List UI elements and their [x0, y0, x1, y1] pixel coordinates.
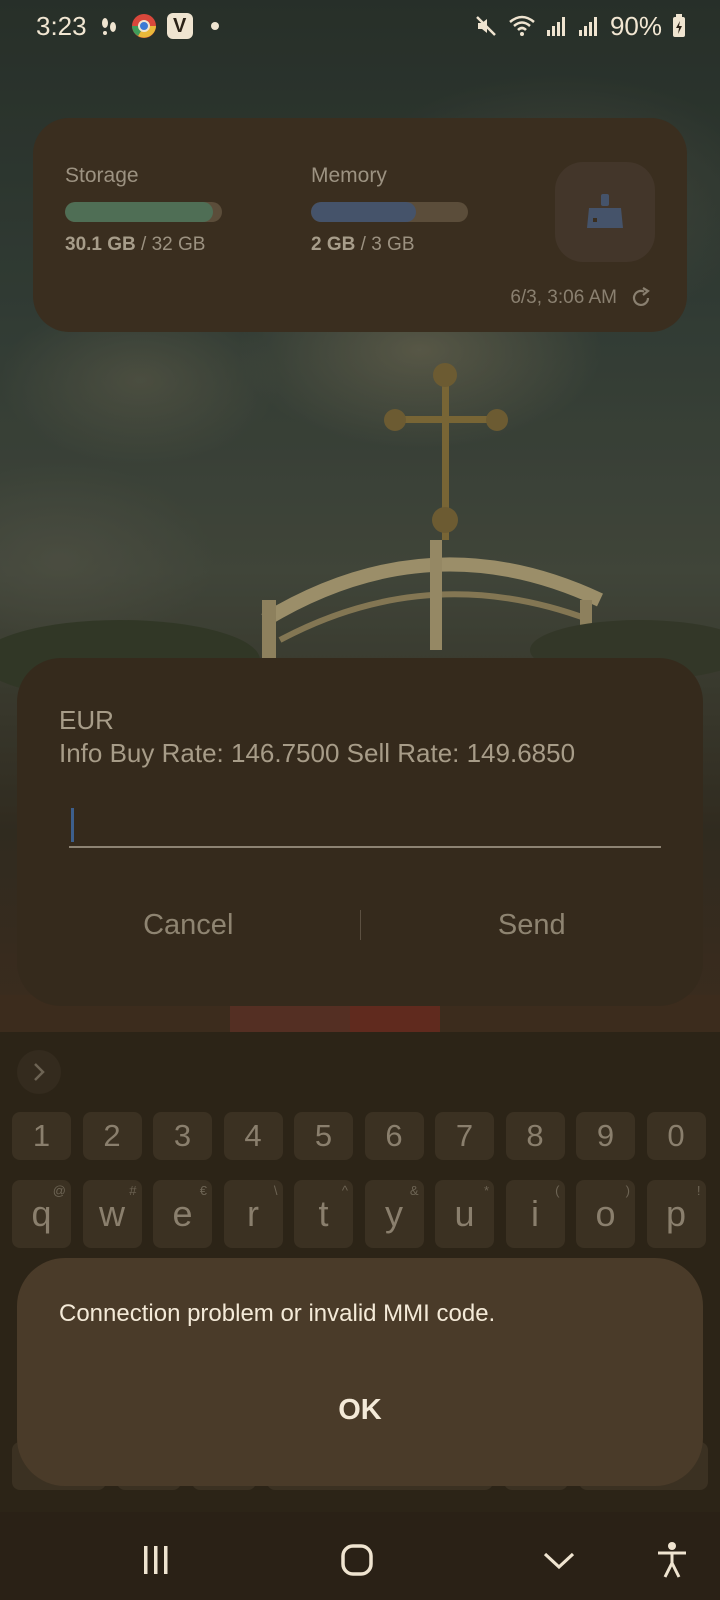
key-3[interactable]: 3 — [153, 1112, 212, 1160]
key-i-label: i — [531, 1193, 539, 1234]
storage-value: 30.1 GB / 32 GB — [65, 234, 222, 256]
key-o[interactable]: ) o — [576, 1180, 635, 1248]
device-care-widget[interactable]: Storage 30.1 GB / 32 GB Memory 2 GB / 3 … — [33, 118, 687, 332]
home-icon — [341, 1544, 373, 1576]
key-o-label: o — [595, 1193, 616, 1234]
notification-dot — [210, 22, 219, 30]
key-r-label: r — [247, 1193, 259, 1234]
memory-section: Memory 2 GB / 3 GB — [311, 164, 468, 256]
key-w[interactable]: # w — [82, 1180, 142, 1248]
key-q[interactable]: @ q — [12, 1180, 71, 1248]
memory-used: 2 GB — [311, 234, 356, 255]
navigation-bar — [0, 1520, 720, 1600]
chevron-right-icon — [34, 1063, 45, 1081]
ussd-currency: EUR — [59, 705, 114, 735]
storage-title: Storage — [65, 164, 139, 187]
memory-title: Memory — [311, 164, 387, 187]
key-u[interactable]: * u — [435, 1180, 494, 1248]
key-e-secondary: € — [199, 1183, 207, 1198]
key-w-label: w — [99, 1193, 125, 1234]
app-v-icon: V — [166, 13, 193, 39]
key-6[interactable]: 6 — [364, 1112, 424, 1160]
chevron-down-icon — [543, 1552, 575, 1570]
key-q-label: q — [31, 1193, 52, 1234]
battery-percent: 90% — [609, 10, 662, 41]
steps-icon — [97, 14, 121, 38]
key-4[interactable]: 4 — [223, 1112, 283, 1160]
storage-section: Storage 30.1 GB / 32 GB — [65, 164, 222, 256]
memory-bar — [311, 202, 468, 222]
cancel-button[interactable]: Cancel — [17, 909, 360, 942]
key-8[interactable]: 8 — [505, 1112, 565, 1160]
key-e-label: e — [172, 1193, 193, 1234]
key-w-secondary: # — [129, 1183, 137, 1198]
alert-dialog: Connection problem or invalid MMI code. … — [17, 1258, 703, 1486]
key-u-secondary: * — [483, 1183, 489, 1198]
key-9[interactable]: 9 — [576, 1112, 635, 1160]
clean-button[interactable] — [555, 162, 655, 262]
number-row: 1234567890 — [12, 1112, 706, 1160]
key-r[interactable]: \ r — [223, 1180, 283, 1248]
home-button[interactable] — [327, 1538, 387, 1582]
status-bar: 3:23 V 90% — [0, 0, 720, 52]
refresh-icon[interactable] — [629, 286, 653, 310]
key-t-secondary: ^ — [341, 1183, 348, 1198]
key-p-label: p — [665, 1193, 687, 1234]
storage-bar — [65, 202, 222, 222]
mute-icon — [474, 14, 498, 38]
key-y[interactable]: & y — [364, 1180, 424, 1248]
ussd-dialog-buttons: Cancel Send — [17, 890, 703, 960]
signal-icon-2 — [578, 14, 600, 38]
accessibility-button[interactable] — [642, 1538, 702, 1582]
ussd-reply-input[interactable] — [69, 806, 661, 848]
signal-icon — [546, 14, 568, 38]
letter-row: @ q # w € e \ r ^ t & y * u(i) o! p — [12, 1180, 706, 1248]
key-t[interactable]: ^ t — [294, 1180, 353, 1248]
key-o-secondary: ) — [625, 1183, 630, 1198]
key-2[interactable]: 2 — [82, 1112, 142, 1160]
battery-charging-icon — [672, 14, 686, 38]
hide-keyboard-button[interactable] — [529, 1538, 589, 1582]
broom-icon — [587, 194, 623, 228]
key-0[interactable]: 0 — [646, 1112, 706, 1160]
ussd-message: EUR Info Buy Rate: 146.7500 Sell Rate: 1… — [59, 704, 575, 770]
wifi-icon — [508, 14, 536, 38]
key-r-secondary: \ — [273, 1183, 278, 1198]
storage-total: / 32 GB — [135, 234, 206, 255]
key-p-secondary: ! — [696, 1183, 701, 1198]
key-u-label: u — [454, 1193, 475, 1234]
key-7[interactable]: 7 — [435, 1112, 494, 1160]
key-p[interactable]: ! p — [646, 1180, 706, 1248]
storage-used: 30.1 GB — [65, 234, 136, 255]
key-y-secondary: & — [409, 1183, 419, 1198]
memory-value: 2 GB / 3 GB — [311, 234, 468, 256]
storage-bar-fill — [65, 202, 213, 222]
text-caret — [71, 808, 74, 842]
key-1[interactable]: 1 — [12, 1112, 71, 1160]
widget-time-text: 6/3, 3:06 AM — [510, 287, 617, 308]
memory-bar-fill — [311, 202, 417, 222]
send-button[interactable]: Send — [361, 909, 704, 942]
widget-timestamp: 6/3, 3:06 AM — [510, 286, 653, 310]
key-e[interactable]: € e — [153, 1180, 212, 1248]
key-t-label: t — [318, 1193, 329, 1234]
key-y-label: y — [385, 1193, 403, 1234]
memory-total: / 3 GB — [355, 234, 415, 255]
key-i[interactable]: (i — [505, 1180, 565, 1248]
key-q-secondary: @ — [52, 1183, 66, 1198]
ok-button[interactable]: OK — [17, 1394, 703, 1427]
key-5[interactable]: 5 — [294, 1112, 353, 1160]
keyboard-toolbar-expand[interactable] — [17, 1050, 61, 1094]
key-i-secondary: ( — [555, 1183, 560, 1198]
accessibility-icon — [658, 1542, 686, 1578]
ussd-dialog: EUR Info Buy Rate: 146.7500 Sell Rate: 1… — [17, 658, 703, 1006]
recents-icon — [144, 1546, 168, 1574]
chrome-icon — [131, 13, 157, 39]
alert-message: Connection problem or invalid MMI code. — [59, 1300, 496, 1327]
ussd-rates: Info Buy Rate: 146.7500 Sell Rate: 149.6… — [59, 738, 576, 768]
recents-button[interactable] — [126, 1538, 186, 1582]
status-time: 3:23 — [36, 10, 87, 41]
